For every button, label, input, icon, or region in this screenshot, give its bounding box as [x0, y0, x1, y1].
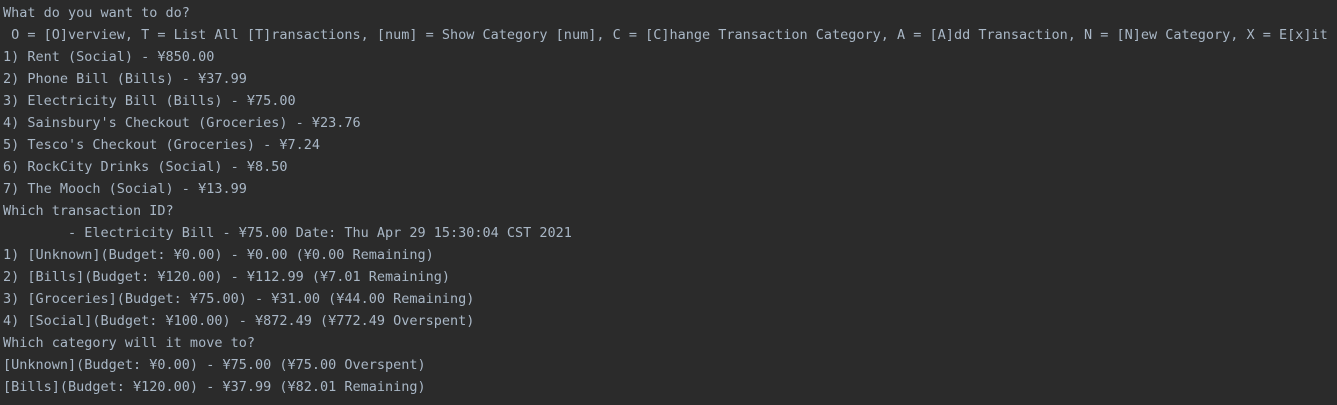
category-result-line: [Unknown](Budget: ¥0.00) - ¥75.00 (¥75.0…	[3, 357, 426, 373]
transaction-line: 5) Tesco's Checkout (Groceries) - ¥7.24	[3, 137, 320, 153]
menu-options-line: O = [O]verview, T = List All [T]ransacti…	[3, 27, 1328, 43]
prompt-line: Which transaction ID?	[3, 203, 174, 219]
category-result-line: [Bills](Budget: ¥120.00) - ¥37.99 (¥82.0…	[3, 379, 426, 395]
console-output: What do you want to do? O = [O]verview, …	[0, 0, 1337, 398]
transaction-line: 6) RockCity Drinks (Social) - ¥8.50	[3, 159, 288, 175]
transaction-line: 1) Rent (Social) - ¥850.00	[3, 49, 215, 65]
category-line: 3) [Groceries](Budget: ¥75.00) - ¥31.00 …	[3, 291, 475, 307]
category-line: 4) [Social](Budget: ¥100.00) - ¥872.49 (…	[3, 313, 475, 329]
category-line: 1) [Unknown](Budget: ¥0.00) - ¥0.00 (¥0.…	[3, 247, 434, 263]
prompt-line: Which category will it move to?	[3, 335, 255, 351]
transaction-line: 3) Electricity Bill (Bills) - ¥75.00	[3, 93, 296, 109]
transaction-line: 2) Phone Bill (Bills) - ¥37.99	[3, 71, 247, 87]
category-line: 2) [Bills](Budget: ¥120.00) - ¥112.99 (¥…	[3, 269, 451, 285]
transaction-line: 4) Sainsbury's Checkout (Groceries) - ¥2…	[3, 115, 361, 131]
prompt-line: What do you want to do?	[3, 5, 190, 21]
transaction-line: 7) The Mooch (Social) - ¥13.99	[3, 181, 247, 197]
selected-transaction-line: - Electricity Bill - ¥75.00 Date: Thu Ap…	[3, 225, 572, 241]
